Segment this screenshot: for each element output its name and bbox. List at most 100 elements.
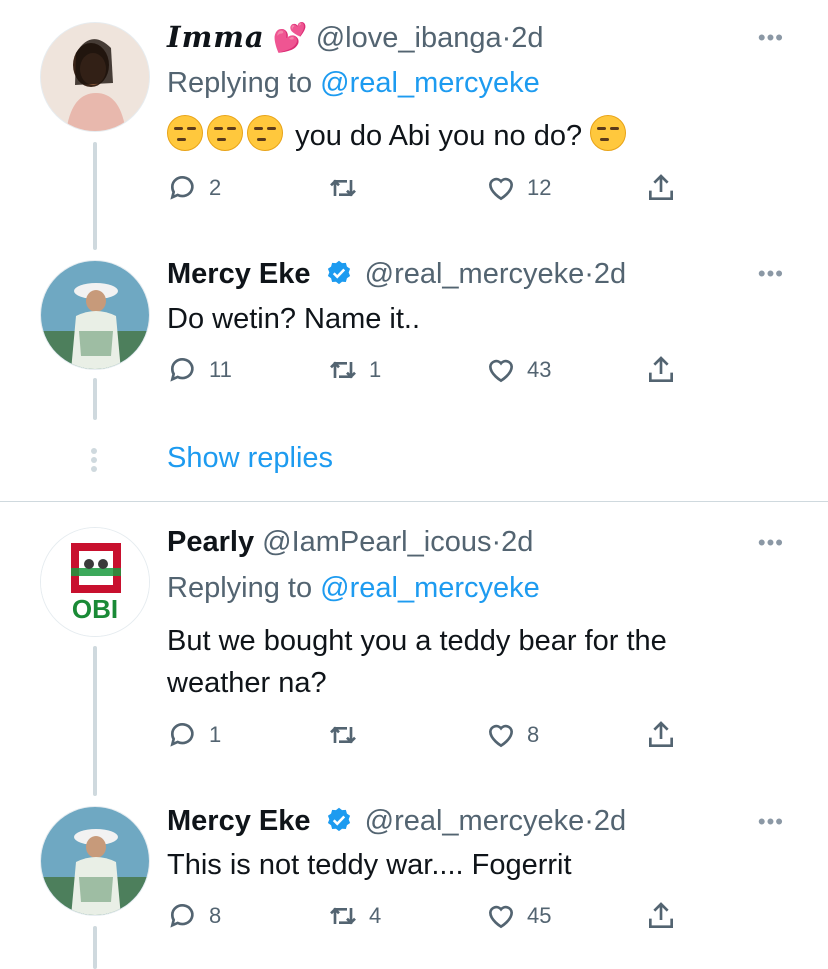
reply-button[interactable]: 2 [167,172,221,204]
reply-count: 11 [209,357,232,382]
tweet-text: But we bought you a teddy bear for the w… [167,625,667,699]
tweet-text: Do wetin? Name it.. [167,303,421,335]
retweet-count: 4 [369,903,382,928]
smirk-emoji-icon [247,115,283,151]
thread-line [93,378,97,420]
retweet-button[interactable] [327,172,369,204]
tweet-header: Mercy Eke @real_mercyeke·2d [167,803,626,839]
thread-line [93,926,97,969]
heart-emoji-icon: 💕 [272,22,308,53]
retweet-button[interactable] [327,719,369,751]
replying-mention[interactable]: @real_mercyeke [320,572,540,604]
share-button[interactable] [645,354,677,386]
replying-to: Replying to @real_mercyeke [167,65,540,101]
retweet-button[interactable]: 1 [327,354,381,386]
tweet-text: This is not teddy war.... Fogerrit [167,849,572,881]
share-icon [649,174,673,200]
reply-icon [170,904,194,928]
avatar[interactable] [40,22,150,132]
like-button[interactable]: 12 [485,172,551,204]
reply-count: 8 [209,903,222,928]
tweet-actions: 11 1 43 [167,354,687,394]
retweet-icon [330,907,356,925]
retweet-button[interactable]: 4 [327,900,381,932]
thread-line [93,646,97,796]
avatar-label: OBI [71,594,119,624]
dot-separator: · [491,526,502,558]
like-button[interactable]: 43 [485,354,551,386]
retweet-count: 1 [369,357,382,382]
tweet-header: Pearly @IamPearl_icous·2d [167,524,533,560]
replying-prefix: Replying to [167,67,313,99]
thread-line [93,142,97,250]
like-count: 45 [527,903,552,928]
handle[interactable]: @IamPearl_icous [262,526,491,558]
display-name[interactable]: Mercy Eke [167,805,311,837]
more-options-icon[interactable]: ••• [758,27,784,49]
thread-ellipsis-icon [90,448,98,475]
reply-button[interactable]: 11 [167,354,232,386]
dot-separator: · [501,22,512,54]
replying-mention[interactable]: @real_mercyeke [320,67,540,99]
heart-icon [488,724,514,748]
reply-count: 2 [209,175,222,200]
like-count: 8 [527,722,540,747]
display-name[interactable]: Mercy Eke [167,258,311,290]
avatar[interactable] [40,260,150,370]
divider [0,501,828,502]
timestamp[interactable]: 2d [594,258,626,290]
verified-badge-icon [327,807,350,832]
smirk-emoji-icon [207,115,243,151]
like-count: 43 [527,357,552,382]
timestamp[interactable]: 2d [501,526,533,558]
tweet-actions: 1 8 [167,719,687,759]
share-icon [649,902,673,928]
replying-prefix: Replying to [167,572,313,604]
like-count: 12 [527,175,552,200]
reply-button[interactable]: 8 [167,900,221,932]
share-icon [649,721,673,747]
timestamp[interactable]: 2d [511,22,543,54]
heart-icon [488,359,514,383]
heart-icon [488,905,514,929]
share-icon [649,356,673,382]
retweet-icon [330,179,356,197]
smirk-emoji-icon [167,115,203,151]
reply-icon [170,358,194,382]
tweet-text: you do Abi you no do? [167,115,767,157]
replying-to: Replying to @real_mercyeke [167,570,540,606]
verified-badge-icon [327,260,350,285]
more-options-icon[interactable]: ••• [758,532,784,554]
reply-icon [170,176,194,200]
unamused-emoji-icon [590,115,627,151]
reply-icon [170,723,194,747]
handle[interactable]: @real_mercyeke [365,805,585,837]
display-name[interactable]: Pearly [167,526,254,558]
more-options-icon[interactable]: ••• [758,263,784,285]
like-button[interactable]: 45 [485,900,551,932]
tweet-header: Mercy Eke @real_mercyeke·2d [167,256,626,292]
more-options-icon[interactable]: ••• [758,811,784,833]
dot-separator: · [584,258,594,290]
tweet-text-content: you do Abi you no do? [295,120,583,152]
tweet-actions: 2 12 [167,172,687,212]
timestamp[interactable]: 2d [594,805,626,837]
retweet-icon [330,361,356,379]
share-button[interactable] [645,900,677,932]
like-button[interactable]: 8 [485,719,539,751]
handle[interactable]: @real_mercyeke [365,258,585,290]
display-name[interactable]: Imma [167,20,265,54]
handle[interactable]: @love_ibanga [316,22,502,54]
avatar[interactable]: OBI [40,527,150,637]
reply-count: 1 [209,722,222,747]
tweet-header: Imma 💕 @love_ibanga·2d [167,19,544,56]
heart-icon [488,177,514,201]
retweet-icon [330,726,356,744]
tweet-actions: 8 4 45 [167,900,687,940]
dot-separator: · [584,805,594,837]
reply-button[interactable]: 1 [167,719,221,751]
share-button[interactable] [645,172,677,204]
show-replies-link[interactable]: Show replies [167,442,333,475]
share-button[interactable] [645,719,677,751]
avatar[interactable] [40,806,150,916]
